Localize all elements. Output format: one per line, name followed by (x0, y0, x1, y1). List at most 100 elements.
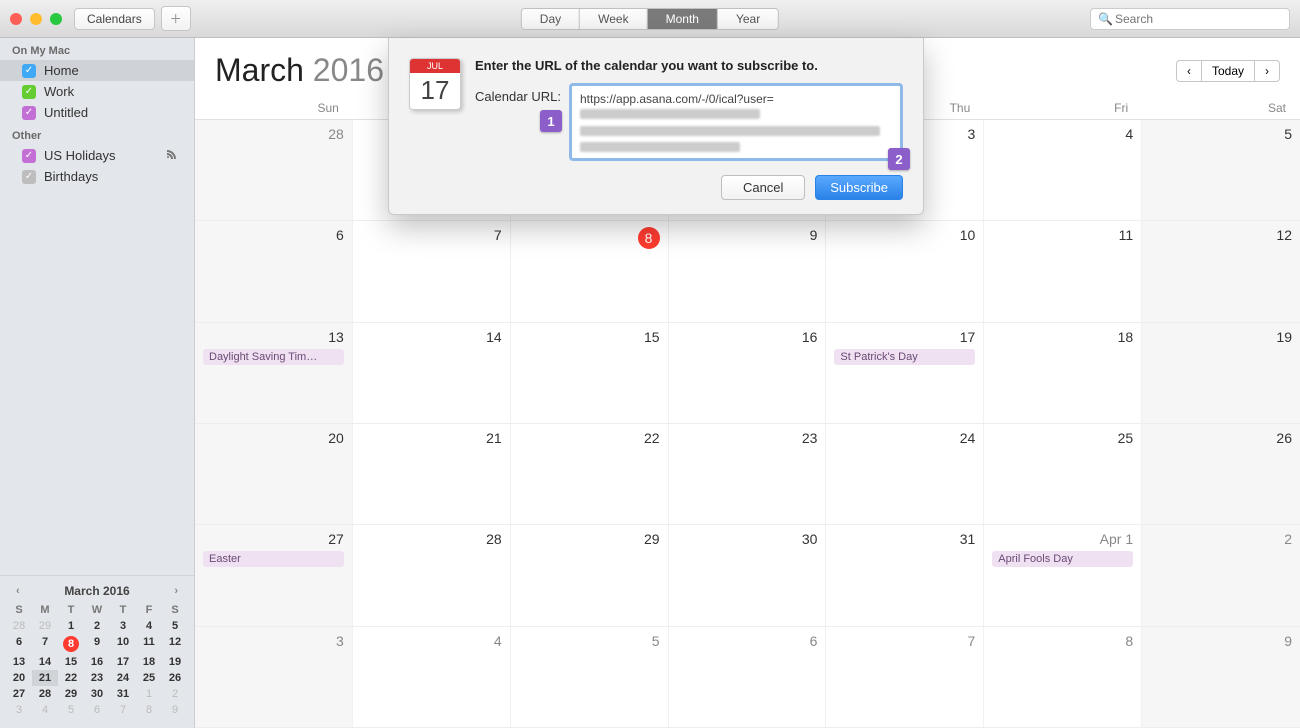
calendar-checkbox[interactable]: ✓ (22, 170, 36, 184)
day-cell[interactable]: 6 (669, 627, 827, 727)
day-cell[interactable]: 30 (669, 525, 827, 625)
day-cell[interactable]: 5 (511, 627, 669, 727)
mini-day[interactable]: 28 (32, 686, 58, 702)
day-cell[interactable]: 31 (826, 525, 984, 625)
day-cell[interactable]: 28 (195, 120, 353, 220)
mini-day[interactable]: 9 (162, 702, 188, 718)
mini-day[interactable]: 21 (32, 670, 58, 686)
mini-day[interactable]: 29 (58, 686, 84, 702)
calendar-checkbox[interactable]: ✓ (22, 64, 36, 78)
mini-day[interactable]: 15 (58, 654, 84, 670)
mini-day[interactable]: 20 (6, 670, 32, 686)
mini-day[interactable]: 5 (162, 618, 188, 634)
day-cell[interactable]: 28 (353, 525, 511, 625)
mini-day[interactable]: 26 (162, 670, 188, 686)
day-cell[interactable]: 10 (826, 221, 984, 321)
day-cell[interactable]: 18 (984, 323, 1142, 423)
day-cell[interactable]: 3 (195, 627, 353, 727)
view-week-button[interactable]: Week (580, 9, 647, 29)
calendar-checkbox[interactable]: ✓ (22, 85, 36, 99)
calendar-checkbox[interactable]: ✓ (22, 106, 36, 120)
mini-day[interactable]: 4 (136, 618, 162, 634)
mini-day[interactable]: 19 (162, 654, 188, 670)
day-cell[interactable]: 16 (669, 323, 827, 423)
mini-day[interactable]: 7 (32, 634, 58, 654)
mini-day[interactable]: 27 (6, 686, 32, 702)
day-cell[interactable]: 4 (353, 627, 511, 727)
day-cell[interactable]: 11 (984, 221, 1142, 321)
zoom-window-icon[interactable] (50, 13, 62, 25)
day-cell[interactable]: 22 (511, 424, 669, 524)
day-cell[interactable]: 24 (826, 424, 984, 524)
close-window-icon[interactable] (10, 13, 22, 25)
mini-day[interactable]: 11 (136, 634, 162, 654)
mini-day[interactable]: 28 (6, 618, 32, 634)
mini-day[interactable]: 9 (84, 634, 110, 654)
day-cell[interactable]: Apr 1April Fools Day (984, 525, 1142, 625)
day-cell[interactable]: 27Easter (195, 525, 353, 625)
day-cell[interactable]: 6 (195, 221, 353, 321)
cancel-button[interactable]: Cancel (721, 175, 805, 200)
mini-day[interactable]: 2 (162, 686, 188, 702)
day-cell[interactable]: 14 (353, 323, 511, 423)
mini-day[interactable]: 31 (110, 686, 136, 702)
mini-day[interactable]: 13 (6, 654, 32, 670)
mini-day[interactable]: 17 (110, 654, 136, 670)
sidebar-item[interactable]: ✓Home (0, 60, 194, 81)
day-cell[interactable]: 5 (1142, 120, 1300, 220)
day-cell[interactable]: 9 (669, 221, 827, 321)
sidebar-item[interactable]: ✓Work (0, 81, 194, 102)
mini-next-button[interactable]: › (174, 585, 178, 597)
day-cell[interactable]: 21 (353, 424, 511, 524)
mini-day[interactable]: 16 (84, 654, 110, 670)
sidebar-item[interactable]: ✓Untitled (0, 102, 194, 123)
mini-day[interactable]: 6 (6, 634, 32, 654)
day-cell[interactable]: 8 (511, 221, 669, 321)
mini-day[interactable]: 22 (58, 670, 84, 686)
minimize-window-icon[interactable] (30, 13, 42, 25)
mini-day[interactable]: 29 (32, 618, 58, 634)
mini-day[interactable]: 1 (58, 618, 84, 634)
event-chip[interactable]: Easter (203, 551, 344, 567)
search-input[interactable] (1090, 8, 1290, 30)
day-cell[interactable]: 2 (1142, 525, 1300, 625)
mini-day[interactable]: 23 (84, 670, 110, 686)
mini-day[interactable]: 10 (110, 634, 136, 654)
day-cell[interactable]: 13Daylight Saving Tim… (195, 323, 353, 423)
mini-day[interactable]: 30 (84, 686, 110, 702)
view-year-button[interactable]: Year (718, 9, 778, 29)
mini-prev-button[interactable]: ‹ (16, 585, 20, 597)
mini-day[interactable]: 8 (136, 702, 162, 718)
mini-day[interactable]: 3 (6, 702, 32, 718)
mini-day[interactable]: 25 (136, 670, 162, 686)
sidebar-item[interactable]: ✓Birthdays (0, 166, 194, 187)
day-cell[interactable]: 17St Patrick's Day (826, 323, 984, 423)
next-month-button[interactable]: › (1254, 60, 1280, 82)
sidebar-item[interactable]: ✓US Holidays (0, 145, 194, 166)
day-cell[interactable]: 20 (195, 424, 353, 524)
day-cell[interactable]: 7 (826, 627, 984, 727)
day-cell[interactable]: 8 (984, 627, 1142, 727)
mini-day[interactable]: 3 (110, 618, 136, 634)
calendar-checkbox[interactable]: ✓ (22, 149, 36, 163)
mini-day[interactable]: 7 (110, 702, 136, 718)
mini-day[interactable]: 5 (58, 702, 84, 718)
mini-day[interactable]: 24 (110, 670, 136, 686)
day-cell[interactable]: 25 (984, 424, 1142, 524)
day-cell[interactable]: 26 (1142, 424, 1300, 524)
subscribe-button[interactable]: Subscribe (815, 175, 903, 200)
event-chip[interactable]: April Fools Day (992, 551, 1133, 567)
calendars-toggle-button[interactable]: Calendars (74, 8, 155, 30)
mini-day[interactable]: 1 (136, 686, 162, 702)
mini-day[interactable]: 14 (32, 654, 58, 670)
mini-day[interactable]: 8 (58, 634, 84, 654)
day-cell[interactable]: 29 (511, 525, 669, 625)
mini-day[interactable]: 6 (84, 702, 110, 718)
mini-day[interactable]: 2 (84, 618, 110, 634)
mini-day[interactable]: 12 (162, 634, 188, 654)
mini-day[interactable]: 4 (32, 702, 58, 718)
day-cell[interactable]: 19 (1142, 323, 1300, 423)
day-cell[interactable]: 7 (353, 221, 511, 321)
day-cell[interactable]: 23 (669, 424, 827, 524)
add-button[interactable]: ＋ (161, 6, 191, 31)
